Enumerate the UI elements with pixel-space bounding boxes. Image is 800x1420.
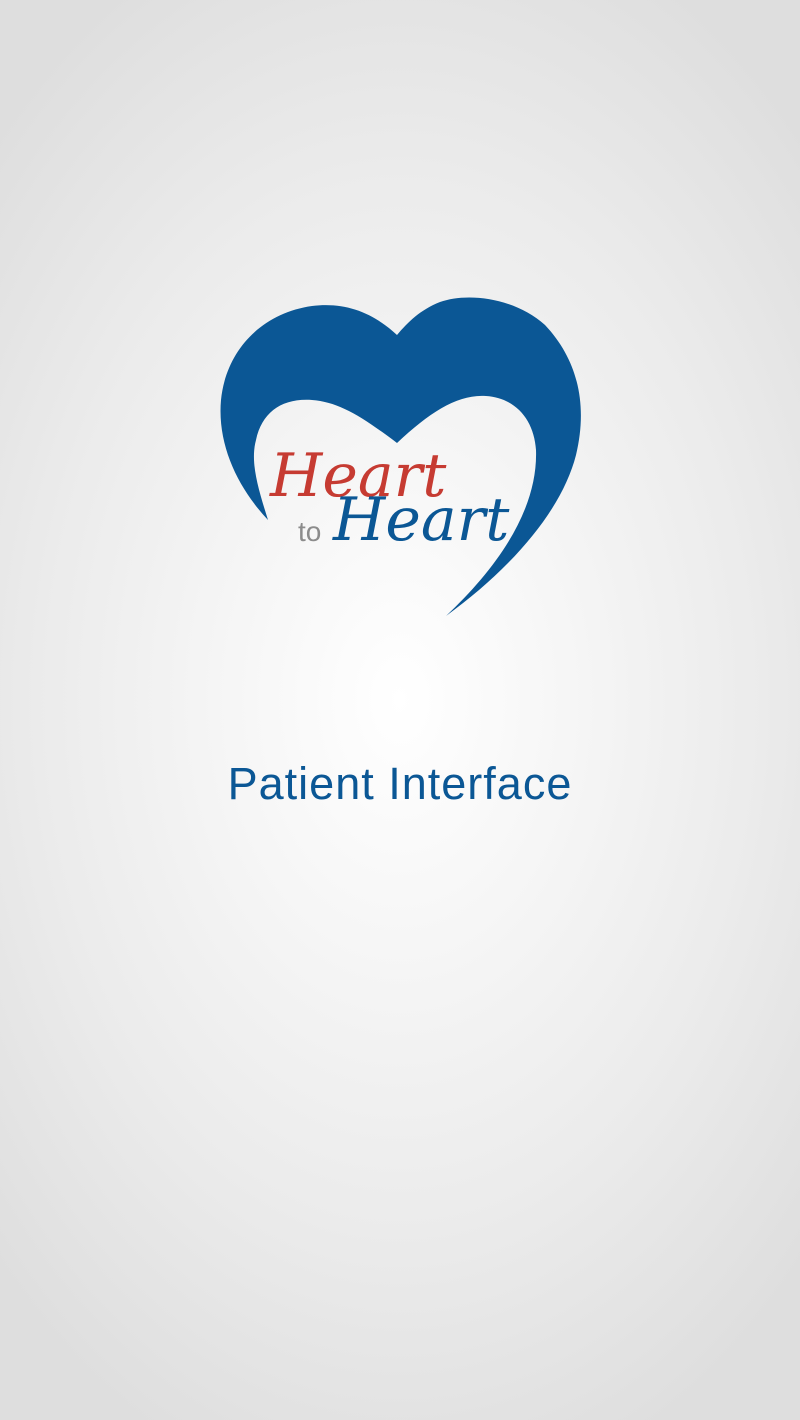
logo-word-to: to <box>298 516 321 547</box>
heart-icon: Heart to Heart <box>220 297 581 616</box>
logo-word-heart-bottom: Heart <box>332 485 510 555</box>
app-subtitle: Patient Interface <box>227 758 573 809</box>
heart-to-heart-logo: Heart to Heart <box>215 290 585 625</box>
splash-screen: Heart to Heart Patient Interface <box>0 0 800 1420</box>
